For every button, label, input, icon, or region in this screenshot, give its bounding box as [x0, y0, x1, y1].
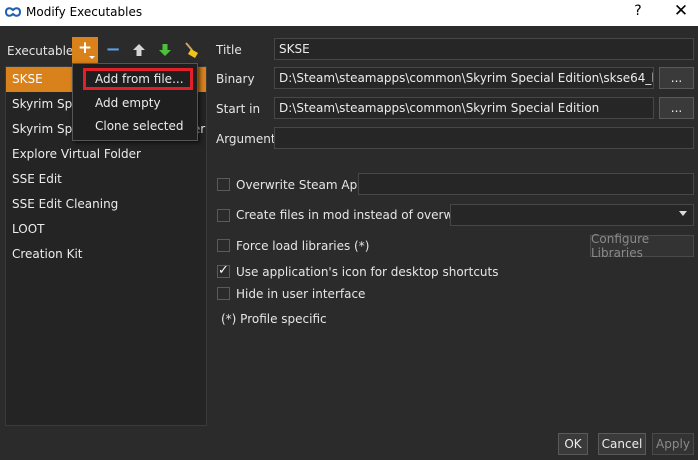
- cancel-button[interactable]: Cancel: [598, 433, 646, 455]
- use-icon-checkbox[interactable]: [217, 263, 230, 278]
- create-files-checkbox[interactable]: [217, 209, 230, 222]
- clean-button[interactable]: [180, 38, 204, 62]
- use-icon-label: Use application's icon for desktop short…: [236, 265, 499, 279]
- move-up-button[interactable]: [127, 38, 151, 62]
- arguments-label: Arguments: [216, 132, 282, 146]
- browse-start-in-button[interactable]: ...: [659, 97, 694, 119]
- executable-item[interactable]: LOOT: [6, 217, 206, 242]
- arrow-up-icon: [133, 44, 145, 56]
- apply-button[interactable]: Apply: [652, 433, 694, 455]
- hide-checkbox[interactable]: [217, 287, 230, 300]
- profile-note: (*) Profile specific: [221, 312, 327, 326]
- binary-field[interactable]: D:\Steam\steamapps\common\Skyrim Special…: [274, 67, 654, 89]
- menu-item-add-from-file[interactable]: Add from file...: [83, 68, 193, 90]
- remove-executable-button[interactable]: −: [101, 38, 125, 62]
- add-menu: Add from file... Add empty Clone selecte…: [72, 63, 198, 141]
- broom-icon: [185, 42, 198, 58]
- mod-select[interactable]: [450, 204, 694, 226]
- arguments-field[interactable]: [274, 127, 694, 149]
- executable-item[interactable]: Creation Kit: [6, 242, 206, 267]
- executables-label: Executables: [7, 44, 80, 58]
- window-title: Modify Executables: [26, 5, 143, 19]
- ok-button[interactable]: OK: [558, 433, 588, 455]
- title-bar: Modify Executables ? ✕: [0, 0, 698, 26]
- hide-label: Hide in user interface: [236, 287, 366, 301]
- force-load-checkbox[interactable]: [217, 239, 230, 252]
- binary-label: Binary: [216, 72, 255, 86]
- close-button[interactable]: ✕: [670, 1, 692, 21]
- title-field[interactable]: SKSE: [274, 38, 694, 60]
- add-executable-button[interactable]: +: [72, 37, 98, 63]
- arrow-down-icon: [159, 44, 171, 56]
- browse-binary-button[interactable]: ...: [659, 67, 694, 89]
- app-icon: [5, 7, 21, 17]
- minus-icon: −: [105, 39, 121, 60]
- plus-icon: +: [77, 38, 93, 58]
- force-load-label: Force load libraries (*): [236, 239, 370, 253]
- title-label: Title: [216, 43, 242, 57]
- chevron-down-icon: [679, 211, 687, 216]
- start-in-label: Start in: [216, 102, 261, 116]
- steam-appid-field[interactable]: [358, 173, 694, 195]
- executable-item[interactable]: SSE Edit Cleaning: [6, 192, 206, 217]
- help-button[interactable]: ?: [628, 3, 648, 19]
- menu-item-clone-selected[interactable]: Clone selected: [73, 115, 197, 137]
- configure-libraries-button[interactable]: Configure Libraries: [590, 232, 694, 260]
- start-in-field[interactable]: D:\Steam\steamapps\common\Skyrim Special…: [274, 97, 654, 119]
- menu-item-add-empty[interactable]: Add empty: [73, 92, 197, 114]
- move-down-button[interactable]: [153, 38, 177, 62]
- overwrite-appid-checkbox[interactable]: [217, 178, 230, 191]
- executable-item[interactable]: SSE Edit: [6, 167, 206, 192]
- executable-item[interactable]: Explore Virtual Folder: [6, 142, 206, 167]
- overwrite-appid-label: Overwrite Steam AppID: [236, 178, 378, 192]
- chevron-down-icon: [89, 56, 95, 59]
